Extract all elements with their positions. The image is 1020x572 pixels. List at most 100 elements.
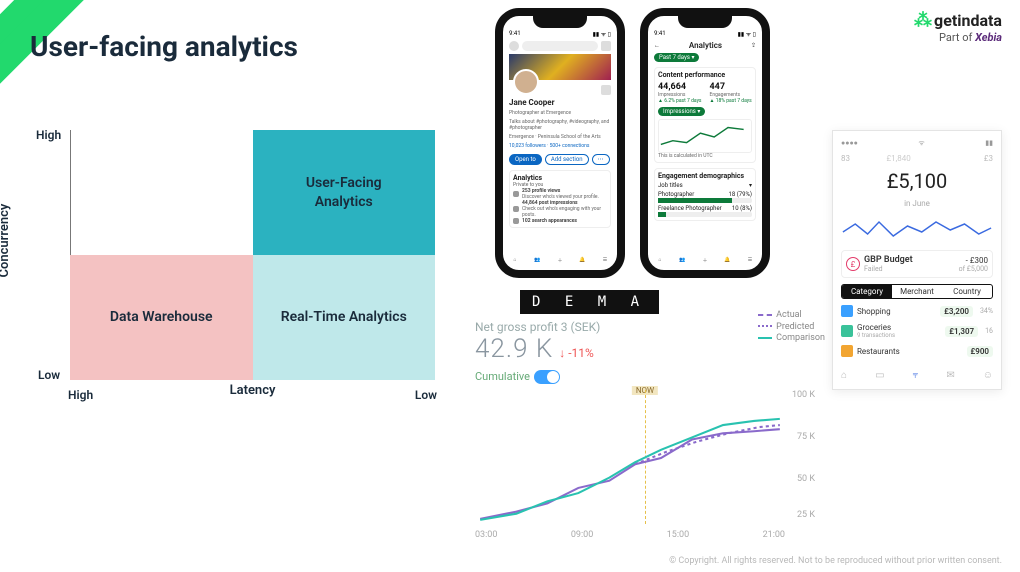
next-amount: £3 <box>984 154 993 163</box>
bottom-nav[interactable]: ⌂ 👥 ＋ 🔔 ☰ <box>654 257 756 264</box>
nav-notifications-icon[interactable]: 🔔 <box>577 257 589 264</box>
nav-network-icon[interactable]: 👥 <box>532 257 544 264</box>
brand-name: getindata <box>934 11 1002 30</box>
tab-home-icon[interactable]: ⌂ <box>841 370 847 381</box>
cat-row-shopping[interactable]: Shopping£3,20034% <box>841 305 993 317</box>
y-tick-low: Low <box>38 368 60 382</box>
budget-status: Failed <box>864 265 913 273</box>
metric-chip[interactable]: Impressions ▾ <box>658 107 705 116</box>
nav-network-icon[interactable]: 👥 <box>677 257 689 264</box>
quadrant-cell-uf: User-Facing Analytics <box>253 130 436 255</box>
eng-filter[interactable]: Job titles <box>658 182 683 189</box>
spend-sparkline <box>841 214 993 244</box>
share-icon[interactable]: ⇪ <box>751 42 756 49</box>
nav-home-icon[interactable]: ⌂ <box>654 257 666 264</box>
x-tick-high: High <box>68 388 93 402</box>
segment-control[interactable]: Category Merchant Country <box>841 284 993 299</box>
tab-support-icon[interactable]: ✉ <box>946 370 954 381</box>
cat-row-restaurants[interactable]: Restaurants£900 <box>841 345 993 357</box>
search-input[interactable] <box>522 41 598 51</box>
date-range-chip[interactable]: Past 7 days ▾ <box>654 53 699 62</box>
nav-post-icon[interactable]: ＋ <box>554 257 566 264</box>
budget-icon: £ <box>846 257 860 271</box>
status-icons: ▮▮ ᯤ ▯ <box>593 30 611 38</box>
stat-post-impressions[interactable]: 44,864 post impressionsCheck out who's e… <box>513 200 607 218</box>
edit-icon[interactable] <box>601 85 611 95</box>
x-tick-low: Low <box>415 388 437 402</box>
open-to-button[interactable]: Open to <box>509 154 542 165</box>
impressions-value: 44,664 <box>658 82 702 92</box>
status-icons: ▮▮ ᯤ ▯ <box>738 30 756 38</box>
chevron-down-icon[interactable]: ▾ <box>749 182 752 189</box>
status-time: 9:41 <box>654 30 666 38</box>
seg-category[interactable]: Category <box>842 285 892 298</box>
chart-legend: Actual Predicted Comparison <box>758 310 825 345</box>
engagements-value: 447 <box>710 82 752 92</box>
brand-sub: Xebia <box>975 31 1002 44</box>
prev-idx: 83 <box>841 154 850 163</box>
eng-row-2-label: Freelance Photographer <box>658 205 722 212</box>
eng-row-1-label: Photographer <box>658 191 694 198</box>
profile-name: Jane Cooper <box>509 98 611 107</box>
tab-profile-icon[interactable]: ☺ <box>983 370 993 381</box>
prev-amount: £1,840 <box>887 154 911 163</box>
budget-of: of £5,000 <box>959 265 988 273</box>
ytick-25k: 25 K <box>797 510 815 520</box>
more-button[interactable]: ⋯ <box>592 154 610 165</box>
nav-jobs-icon[interactable]: ☰ <box>599 257 611 264</box>
budget-delta: - £300 <box>959 256 988 265</box>
ytick-75k: 75 K <box>797 432 815 442</box>
engagement-demographics-card: Engagement demographics Job titles ▾ Phot… <box>654 168 756 221</box>
cumulative-toggle[interactable] <box>534 370 560 384</box>
profile-headline: Photographer at Emergence <box>509 110 611 116</box>
tab-stats-icon[interactable]: ⫧ <box>913 370 919 381</box>
cat-row-groceries[interactable]: Groceries9 transactions£1,30716 <box>841 323 993 339</box>
bottom-nav[interactable]: ⌂ 👥 ＋ 🔔 ☰ <box>509 257 611 264</box>
stat-profile-views[interactable]: 253 profile viewsDiscover who's viewed y… <box>513 188 607 200</box>
quadrant-cell-rt: Real-Time Analytics <box>253 255 436 380</box>
total-amount: £5,100 <box>841 169 993 193</box>
shopping-icon <box>841 305 853 317</box>
y-tick-high: High <box>36 128 61 142</box>
eng-row-1-value: 18 (79%) <box>728 191 752 198</box>
chat-icon[interactable] <box>601 41 611 51</box>
seg-merchant[interactable]: Merchant <box>892 285 942 298</box>
x-axis-ticks: 03:0009:0015:0021:00 <box>475 530 785 540</box>
status-time: 9:41 <box>509 30 521 38</box>
nav-jobs-icon[interactable]: ☰ <box>744 257 756 264</box>
ytick-50k: 50 K <box>797 474 815 484</box>
brand-sub-prefix: Part of <box>939 31 975 44</box>
y-axis-label: Concurrency <box>0 204 12 278</box>
budget-tabbar[interactable]: ⌂ ▭ ⫧ ✉ ☺ <box>841 370 993 381</box>
wifi-icon: ᯤ <box>918 139 924 148</box>
engagements-delta: ▲ 18% past 7 days <box>710 98 752 104</box>
nav-home-icon[interactable]: ⌂ <box>509 257 521 264</box>
spark-icon: ⁂ <box>914 10 932 31</box>
restaurants-icon <box>841 345 853 357</box>
nav-notifications-icon[interactable]: 🔔 <box>722 257 734 264</box>
legend-actual: Actual <box>758 310 825 322</box>
add-section-button[interactable]: Add section <box>545 154 589 165</box>
tab-card-icon[interactable]: ▭ <box>875 370 884 381</box>
back-icon[interactable]: ← <box>654 42 660 49</box>
legend-predicted: Predicted <box>758 322 825 334</box>
nav-post-icon[interactable]: ＋ <box>699 257 711 264</box>
eng-row-2-value: 10 (8%) <box>732 205 752 212</box>
quadrant-chart: Concurrency Data Warehouse Real-Time Ana… <box>30 130 435 410</box>
content-performance-card: Content performance 44,664Impressions▲ 6… <box>654 67 756 163</box>
phone-mock-linkedin-profile: 9:41 ▮▮ ᯤ ▯ Jane Cooper Photographer at E… <box>495 8 625 278</box>
phone-mock-linkedin-analytics: 9:41 ▮▮ ᯤ ▯ ← Analytics ⇪ Past 7 days ▾ Con… <box>640 8 770 278</box>
avatar-icon[interactable] <box>509 41 519 51</box>
budget-app-mock: ●●●●ᯤ▮▮ 83£1,840£3 £5,100 in June £ GBP … <box>832 130 1002 390</box>
budget-row[interactable]: £ GBP BudgetFailed - £300of £5,000 <box>841 250 993 278</box>
copyright-notice: © Copyright. All rights reserved. Not to… <box>669 556 1002 566</box>
profile-avatar[interactable] <box>513 69 539 95</box>
chart-value: 42.9 K <box>475 334 553 364</box>
seg-country[interactable]: Country <box>942 285 992 298</box>
stat-search-appearances[interactable]: 102 search appearances <box>513 218 607 224</box>
screen-title: Analytics <box>689 41 722 50</box>
cumulative-label: Cumulative <box>475 370 530 383</box>
eng-title: Engagement demographics <box>658 172 752 180</box>
brand-logo: ⁂getindata Part of Xebia <box>914 10 1002 44</box>
profile-followers[interactable]: 10,023 followers · 500+ connections <box>509 143 611 149</box>
